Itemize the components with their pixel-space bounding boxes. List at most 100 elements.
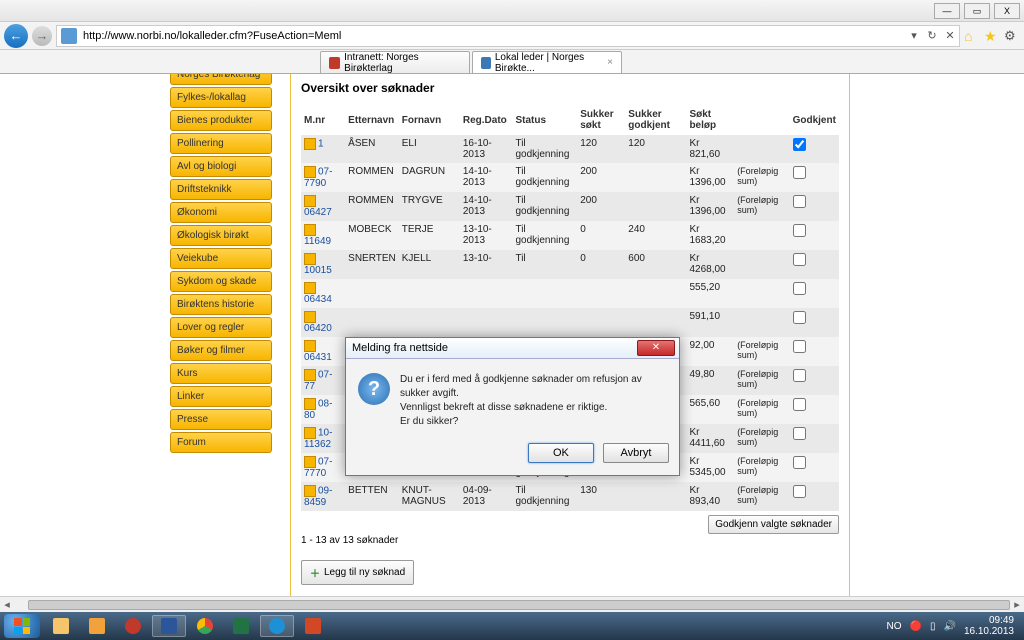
tray-volume-icon[interactable]: 🔊 (943, 621, 955, 632)
favorites-home-icon[interactable]: ⌂ (964, 28, 980, 44)
forward-button[interactable]: → (32, 26, 52, 46)
sidebar-item[interactable]: Sykdom og skade (170, 271, 272, 292)
tray-lang[interactable]: NO (887, 621, 902, 632)
sidebar-item[interactable]: Kurs (170, 363, 272, 384)
taskbar-ie-icon[interactable] (260, 615, 294, 637)
taskbar-chrome-icon[interactable] (188, 615, 222, 637)
mnr-link[interactable]: 11649 (304, 236, 331, 247)
tab-intranett[interactable]: Intranett: Norges Birøkterlag (320, 51, 470, 73)
approve-checkbox[interactable] (793, 253, 806, 266)
scroll-left-icon[interactable]: ◂ (0, 598, 14, 611)
dialog-ok-button[interactable]: OK (528, 443, 594, 463)
address-bar[interactable]: ▾ ↻ ✕ (56, 25, 960, 47)
browser-navbar: ← → ▾ ↻ ✕ ⌂ ★ ⚙ (0, 22, 1024, 50)
cell-sokt-belop: 591,10 (686, 308, 734, 337)
dialog-line2: Vennligst bekreft at disse søknadene er … (400, 401, 667, 415)
approve-checkbox[interactable] (793, 369, 806, 382)
approve-checkbox[interactable] (793, 224, 806, 237)
sidebar-item[interactable]: Fylkes-/lokallag (170, 87, 272, 108)
dialog-close-button[interactable]: ✕ (637, 340, 675, 356)
site-favicon-icon (61, 28, 77, 44)
window-maximize-button[interactable]: ▭ (964, 3, 990, 19)
mnr-link[interactable]: 06420 (304, 323, 332, 334)
sidebar-item[interactable]: Pollinering (170, 133, 272, 154)
approve-checkbox[interactable] (793, 138, 806, 151)
approve-checkbox[interactable] (793, 485, 806, 498)
window-close-button[interactable]: X (994, 3, 1020, 19)
taskbar-explorer-icon[interactable] (44, 615, 78, 637)
cell-note: (Foreløpig sum) (734, 366, 789, 395)
mnr-link[interactable]: 10015 (304, 265, 332, 276)
window-minimize-button[interactable]: — (934, 3, 960, 19)
tray-network-icon[interactable]: ▯ (930, 621, 936, 632)
row-icon (304, 195, 316, 207)
taskbar-outlook-icon[interactable] (80, 615, 114, 637)
stop-icon[interactable]: ✕ (941, 29, 959, 42)
sidebar-item[interactable]: Økonomi (170, 202, 272, 223)
cell-sokt-belop: Kr 893,40 (686, 482, 734, 511)
window-titlebar: — ▭ X (0, 0, 1024, 22)
favorites-star-icon[interactable]: ★ (984, 28, 1000, 44)
sidebar-item[interactable]: Avl og biologi (170, 156, 272, 177)
browser-tabstrip: Intranett: Norges Birøkterlag Lokal lede… (0, 50, 1024, 74)
approve-checkbox[interactable] (793, 427, 806, 440)
mnr-link[interactable]: 1 (318, 139, 324, 150)
tab-close-icon[interactable]: × (607, 57, 613, 68)
sidebar-item[interactable]: Bienes produkter (170, 110, 272, 131)
sidebar-item[interactable]: Norges Birøkterlag (170, 74, 272, 85)
tray-clock[interactable]: 09:49 16.10.2013 (964, 615, 1014, 637)
url-input[interactable] (81, 30, 905, 42)
taskbar-powerpoint-icon[interactable] (296, 615, 330, 637)
sidebar-item[interactable]: Linker (170, 386, 272, 407)
mnr-link[interactable]: 06431 (304, 352, 332, 363)
row-icon (304, 485, 316, 497)
approve-checkbox[interactable] (793, 398, 806, 411)
start-button[interactable] (4, 614, 40, 638)
table-row: 11649MOBECKTERJE13-10-2013Til godkjennin… (301, 221, 839, 250)
sidebar-item[interactable]: Forum (170, 432, 272, 453)
cell-regdato: 04-09-2013 (460, 482, 513, 511)
table-row: 10015SNERTENKJELL13-10-Til0600Kr 4268,00 (301, 250, 839, 279)
horizontal-scrollbar[interactable]: ◂ ▸ (0, 596, 1024, 612)
approve-checkbox[interactable] (793, 166, 806, 179)
table-row: 1ÅSENELI16-10-2013Til godkjenning120120K… (301, 135, 839, 163)
url-dropdown-icon[interactable]: ▾ (905, 29, 923, 42)
row-icon (304, 311, 316, 323)
settings-gear-icon[interactable]: ⚙ (1004, 28, 1020, 44)
tab-label: Lokal leder | Norges Birøkte... (495, 52, 603, 74)
sidebar-item[interactable]: Presse (170, 409, 272, 430)
back-button[interactable]: ← (4, 24, 28, 48)
cell-fornavn: TERJE (399, 221, 460, 250)
approve-checkbox[interactable] (793, 340, 806, 353)
cell-note: (Foreløpig sum) (734, 163, 789, 192)
approve-checkbox[interactable] (793, 456, 806, 469)
sidebar-item[interactable]: Birøktens historie (170, 294, 272, 315)
tab-lokal-leder[interactable]: Lokal leder | Norges Birøkte... × (472, 51, 622, 73)
cell-sokt-belop: Kr 4268,00 (686, 250, 734, 279)
approve-selected-button[interactable]: Godkjenn valgte søknader (708, 515, 839, 534)
dialog-titlebar: Melding fra nettside ✕ (346, 338, 679, 359)
scroll-thumb[interactable] (28, 600, 1010, 610)
approve-checkbox[interactable] (793, 282, 806, 295)
sidebar-item[interactable]: Bøker og filmer (170, 340, 272, 361)
sidebar-item[interactable]: Driftsteknikk (170, 179, 272, 200)
mnr-link[interactable]: 06434 (304, 294, 332, 305)
tray-flag-icon[interactable]: 🔴 (910, 621, 922, 632)
add-application-button[interactable]: ＋ Legg til ny søknad (301, 560, 414, 585)
cell-note: (Foreløpig sum) (734, 337, 789, 366)
cell-sokt-belop: Kr 1396,00 (686, 163, 734, 192)
refresh-icon[interactable]: ↻ (923, 29, 941, 42)
taskbar-excel-icon[interactable] (224, 615, 258, 637)
cell-note (734, 221, 789, 250)
cell-sukker-godkjent (625, 163, 686, 192)
sidebar-item[interactable]: Veiekube (170, 248, 272, 269)
taskbar-word-icon[interactable] (152, 615, 186, 637)
approve-checkbox[interactable] (793, 195, 806, 208)
scroll-right-icon[interactable]: ▸ (1010, 598, 1024, 611)
mnr-link[interactable]: 06427 (304, 207, 332, 218)
taskbar-opera-icon[interactable] (116, 615, 150, 637)
dialog-cancel-button[interactable]: Avbryt (603, 443, 669, 463)
approve-checkbox[interactable] (793, 311, 806, 324)
sidebar-item[interactable]: Lover og regler (170, 317, 272, 338)
sidebar-item[interactable]: Økologisk birøkt (170, 225, 272, 246)
